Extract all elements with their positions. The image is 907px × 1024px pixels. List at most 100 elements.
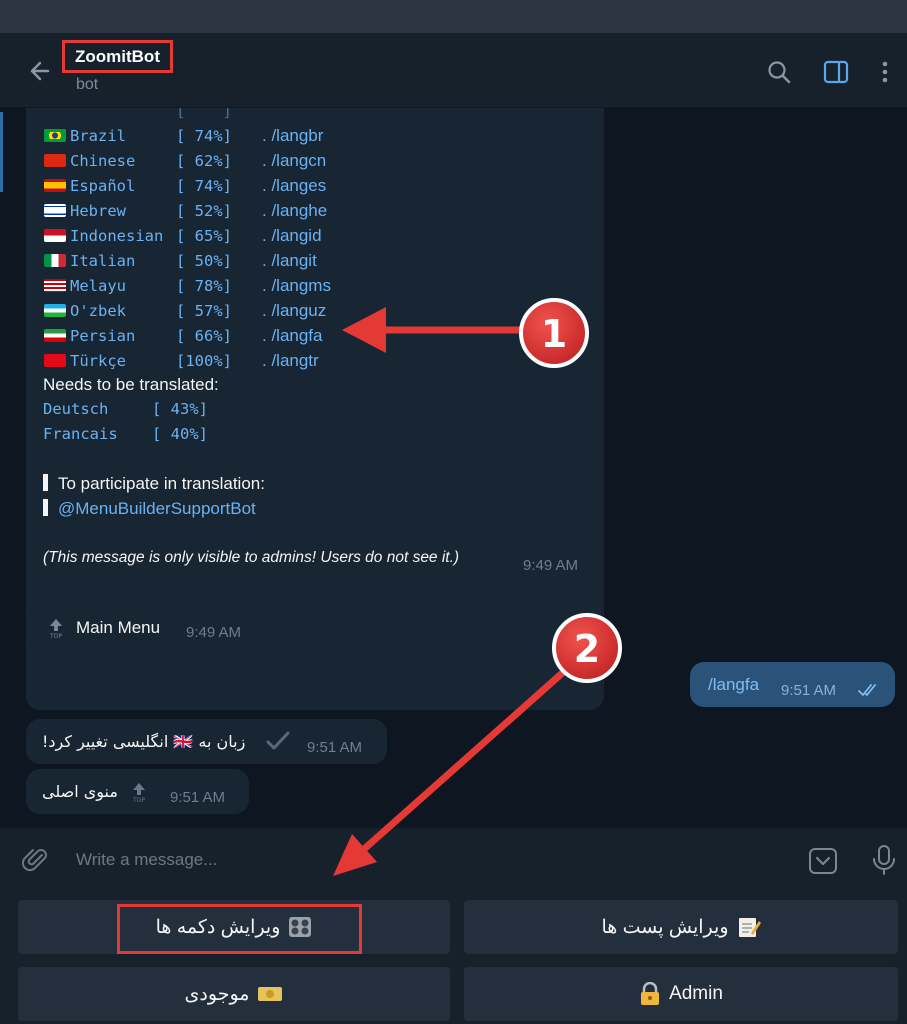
italy-flag-icon xyxy=(44,254,66,267)
sidebar-toggle-icon[interactable] xyxy=(823,59,849,85)
message-input-bar: Write a message... xyxy=(0,828,907,892)
back-arrow-icon[interactable] xyxy=(26,57,54,85)
participate-line: To participate in translation: xyxy=(43,474,265,494)
language-percent: [ 74%] xyxy=(176,176,232,195)
more-menu-icon[interactable] xyxy=(872,59,898,85)
chat-title[interactable]: ZoomitBot xyxy=(75,47,160,67)
locked-with-key-icon xyxy=(641,982,660,1005)
language-name: Chinese xyxy=(70,151,136,170)
turkey-flag-icon xyxy=(44,354,66,367)
language-name: O'zbek xyxy=(70,301,126,320)
message-text: زبان به 🇬🇧 انگلیسی تغییر کرد! xyxy=(42,732,246,751)
needs-translation-heading: Needs to be translated: xyxy=(43,375,219,394)
iran-flag-icon xyxy=(44,329,66,342)
malaysia-flag-icon xyxy=(44,279,66,292)
language-row: Chinese [ 62%] . /langcn xyxy=(44,148,326,173)
language-name: Indonesian xyxy=(70,226,164,245)
language-name: Türkçe xyxy=(70,351,126,370)
bot-keyboard-icon[interactable] xyxy=(808,846,838,876)
top-arrow-icon: TOP xyxy=(49,619,62,639)
microphone-icon[interactable] xyxy=(871,844,897,876)
quote-bar xyxy=(43,474,48,491)
message-time: 9:51 AM xyxy=(781,682,837,699)
language-percent: [ 57%] xyxy=(176,301,232,320)
message-time: 9:49 AM xyxy=(186,624,242,641)
button-label: Admin xyxy=(669,983,723,1004)
language-name: Italian xyxy=(70,251,136,270)
window-top-strip xyxy=(0,0,907,33)
uzbekistan-flag-icon xyxy=(44,304,66,317)
button-label: ویرایش پست ها xyxy=(601,916,729,938)
language-name: Melayu xyxy=(70,276,126,295)
language-command-link[interactable]: . /langit xyxy=(262,251,317,271)
checkmark-icon xyxy=(266,731,290,750)
edit-posts-button[interactable]: ویرایش پست ها xyxy=(464,900,898,954)
quote-bar xyxy=(43,499,48,516)
svg-text:TOP: TOP xyxy=(49,633,62,639)
attach-icon[interactable] xyxy=(22,846,50,874)
language-percent: [ 66%] xyxy=(176,326,232,345)
cut-off-row: [ ] xyxy=(176,108,232,120)
main-menu-message: TOP Main Menu 9:49 AM xyxy=(26,606,267,650)
translate-item: Francais[ 40%] xyxy=(43,424,208,443)
language-percent: [ 62%] xyxy=(176,151,232,170)
support-link-line: @MenuBuilderSupportBot xyxy=(43,499,256,519)
money-icon xyxy=(258,987,283,1001)
language-percent: [ 78%] xyxy=(176,276,232,295)
language-row: Hebrew [ 52%] . /langhe xyxy=(44,198,327,223)
language-command-link[interactable]: . /languz xyxy=(262,301,326,321)
israel-flag-icon xyxy=(44,204,66,217)
search-icon[interactable] xyxy=(766,59,792,85)
language-row: Brazil [ 74%] . /langbr xyxy=(44,123,323,148)
language-name: Persian xyxy=(70,326,136,345)
spain-flag-icon xyxy=(44,179,66,192)
language-command-link[interactable]: . /langhe xyxy=(262,201,327,221)
main-menu-fa-message: منوی اصلی TOP 9:51 AM xyxy=(26,769,249,814)
language-row: Italian [ 50%] . /langit xyxy=(44,248,317,273)
language-command-link[interactable]: . /langms xyxy=(262,276,331,296)
language-name: Hebrew xyxy=(70,201,126,220)
language-percent: [ 65%] xyxy=(176,226,232,245)
title-highlight-box: ZoomitBot xyxy=(62,40,173,73)
indonesia-flag-icon xyxy=(44,229,66,242)
language-command-link[interactable]: . /langid xyxy=(262,226,322,246)
language-percent: [ 52%] xyxy=(176,201,232,220)
language-row: O'zbek [ 57%] . /languz xyxy=(44,298,326,323)
language-name: Español xyxy=(70,176,136,195)
admin-button[interactable]: Admin xyxy=(464,967,898,1021)
language-command-link[interactable]: . /langfa xyxy=(262,326,323,346)
chat-header: ZoomitBot bot xyxy=(0,33,907,108)
message-time: 9:51 AM xyxy=(307,739,363,756)
edit-buttons-highlight-box xyxy=(117,904,362,954)
language-percent: [100%] xyxy=(176,351,232,370)
command-link[interactable]: /langfa xyxy=(708,675,759,695)
translate-item: Deutsch[ 43%] xyxy=(43,399,208,418)
brazil-flag-icon xyxy=(44,129,66,142)
china-flag-icon xyxy=(44,154,66,167)
support-bot-link[interactable]: @MenuBuilderSupportBot xyxy=(58,499,256,518)
language-row: Indonesian [ 65%] . /langid xyxy=(44,223,322,248)
message-time: 9:49 AM xyxy=(523,557,579,574)
language-row: Melayu [ 78%] . /langms xyxy=(44,273,331,298)
chat-area: [ ] Brazil [ 74%] . /langbr Chinese [ 62%] . … xyxy=(0,108,907,828)
message-text: Main Menu xyxy=(76,618,161,637)
language-percent: [ 74%] xyxy=(176,126,232,145)
double-check-icon xyxy=(858,684,876,696)
language-command-link[interactable]: . /langes xyxy=(262,176,326,196)
message-text: منوی اصلی xyxy=(42,782,118,801)
language-command-link[interactable]: . /langcn xyxy=(262,151,326,171)
memo-icon xyxy=(738,918,761,937)
language-command-link[interactable]: . /langbr xyxy=(262,126,323,146)
language-name: Brazil xyxy=(70,126,126,145)
message-input[interactable]: Write a message... xyxy=(76,850,217,870)
balance-button[interactable]: موجودی xyxy=(18,967,450,1021)
outgoing-message: /langfa 9:51 AM xyxy=(690,662,895,707)
language-changed-message: زبان به 🇬🇧 انگلیسی تغییر کرد! 9:51 AM xyxy=(26,719,387,764)
language-row: Türkçe [100%] . /langtr xyxy=(44,348,319,373)
bot-reply-keyboard: ویرایش دکمه ها ویرایش پست ها موجودی Admi… xyxy=(0,892,907,1024)
language-row: Persian [ 66%] . /langfa xyxy=(44,323,323,348)
chat-subtitle: bot xyxy=(76,76,99,93)
language-row: Español [ 74%] . /langes xyxy=(44,173,326,198)
language-percent: [ 50%] xyxy=(176,251,232,270)
language-command-link[interactable]: . /langtr xyxy=(262,351,319,371)
